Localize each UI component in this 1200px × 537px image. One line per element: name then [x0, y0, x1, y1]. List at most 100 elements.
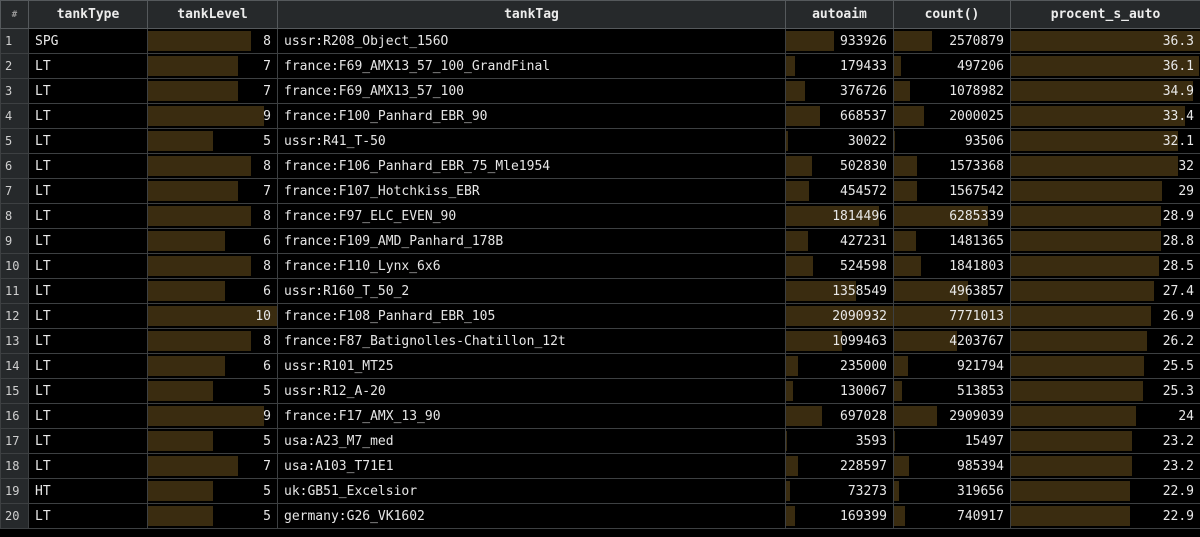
procent-s-auto-cell[interactable]: 28.9 [1010, 203, 1200, 229]
tanktype-cell[interactable]: LT [28, 403, 148, 429]
row-number-cell[interactable]: 17 [0, 428, 29, 454]
tanktype-cell[interactable]: LT [28, 53, 148, 79]
row-number-header[interactable]: # [0, 0, 29, 29]
procent-s-auto-cell[interactable]: 23.2 [1010, 428, 1200, 454]
tanktag-cell[interactable]: france:F110_Lynx_6x6 [277, 253, 786, 279]
procent-s-auto-cell[interactable]: 28.8 [1010, 228, 1200, 254]
table-row[interactable]: 11 LT 6 ussr:R160_T_50_2 1358549 4963857 27.4 [0, 278, 1200, 304]
tanktag-cell[interactable]: ussr:R208_Object_156O [277, 28, 786, 54]
tanktag-cell[interactable]: germany:G26_VK1602 [277, 503, 786, 529]
tanktype-cell[interactable]: LT [28, 178, 148, 204]
column-header-procent-s-auto[interactable]: procent_s_auto [1010, 0, 1200, 29]
row-number-cell[interactable]: 4 [0, 103, 29, 129]
autoaim-cell[interactable]: 169399 [785, 503, 894, 529]
procent-s-auto-cell[interactable]: 36.1 [1010, 53, 1200, 79]
tanktag-cell[interactable]: france:F107_Hotchkiss_EBR [277, 178, 786, 204]
procent-s-auto-cell[interactable]: 25.5 [1010, 353, 1200, 379]
autoaim-cell[interactable]: 30022 [785, 128, 894, 154]
count-cell[interactable]: 740917 [893, 503, 1011, 529]
tanktype-cell[interactable]: LT [28, 503, 148, 529]
tanktype-cell[interactable]: LT [28, 303, 148, 329]
table-row[interactable]: 10 LT 8 france:F110_Lynx_6x6 524598 1841803 28… [0, 253, 1200, 279]
tanklevel-cell[interactable]: 9 [147, 103, 278, 129]
row-number-cell[interactable]: 15 [0, 378, 29, 404]
row-number-cell[interactable]: 6 [0, 153, 29, 179]
table-row[interactable]: 19 HT 5 uk:GB51_Excelsior 73273 319656 22.9 [0, 478, 1200, 504]
procent-s-auto-cell[interactable]: 34.9 [1010, 78, 1200, 104]
tanktype-cell[interactable]: LT [28, 253, 148, 279]
autoaim-cell[interactable]: 1099463 [785, 328, 894, 354]
procent-s-auto-cell[interactable]: 33.4 [1010, 103, 1200, 129]
tanktag-cell[interactable]: france:F100_Panhard_EBR_90 [277, 103, 786, 129]
autoaim-cell[interactable]: 130067 [785, 378, 894, 404]
procent-s-auto-cell[interactable]: 24 [1010, 403, 1200, 429]
procent-s-auto-cell[interactable]: 32 [1010, 153, 1200, 179]
procent-s-auto-cell[interactable]: 28.5 [1010, 253, 1200, 279]
table-row[interactable]: 16 LT 9 france:F17_AMX_13_90 697028 2909039 24 [0, 403, 1200, 429]
procent-s-auto-cell[interactable]: 32.1 [1010, 128, 1200, 154]
autoaim-cell[interactable]: 376726 [785, 78, 894, 104]
tanktag-cell[interactable]: france:F87_Batignolles-Chatillon_12t [277, 328, 786, 354]
table-row[interactable]: 7 LT 7 france:F107_Hotchkiss_EBR 454572 15675… [0, 178, 1200, 204]
tanktag-cell[interactable]: usa:A23_M7_med [277, 428, 786, 454]
autoaim-cell[interactable]: 1814496 [785, 203, 894, 229]
count-cell[interactable]: 319656 [893, 478, 1011, 504]
tanktype-cell[interactable]: LT [28, 278, 148, 304]
tanklevel-cell[interactable]: 9 [147, 403, 278, 429]
tanklevel-cell[interactable]: 5 [147, 378, 278, 404]
count-cell[interactable]: 497206 [893, 53, 1011, 79]
tanktype-cell[interactable]: LT [28, 328, 148, 354]
row-number-cell[interactable]: 14 [0, 353, 29, 379]
table-row[interactable]: 17 LT 5 usa:A23_M7_med 3593 15497 23.2 [0, 428, 1200, 454]
table-row[interactable]: 5 LT 5 ussr:R41_T-50 30022 93506 32.1 [0, 128, 1200, 154]
row-number-cell[interactable]: 7 [0, 178, 29, 204]
autoaim-cell[interactable]: 427231 [785, 228, 894, 254]
tanktype-cell[interactable]: LT [28, 453, 148, 479]
tanktag-cell[interactable]: france:F108_Panhard_EBR_105 [277, 303, 786, 329]
row-number-cell[interactable]: 16 [0, 403, 29, 429]
table-row[interactable]: 13 LT 8 france:F87_Batignolles-Chatillon_12… [0, 328, 1200, 354]
autoaim-cell[interactable]: 697028 [785, 403, 894, 429]
column-header-tanktype[interactable]: tankType [28, 0, 148, 29]
tanklevel-cell[interactable]: 5 [147, 478, 278, 504]
tanktype-cell[interactable]: HT [28, 478, 148, 504]
tanktag-cell[interactable]: france:F69_AMX13_57_100 [277, 78, 786, 104]
tanklevel-cell[interactable]: 7 [147, 53, 278, 79]
tanklevel-cell[interactable]: 8 [147, 28, 278, 54]
tanklevel-cell[interactable]: 6 [147, 353, 278, 379]
autoaim-cell[interactable]: 228597 [785, 453, 894, 479]
autoaim-cell[interactable]: 668537 [785, 103, 894, 129]
tanktag-cell[interactable]: france:F17_AMX_13_90 [277, 403, 786, 429]
procent-s-auto-cell[interactable]: 29 [1010, 178, 1200, 204]
count-cell[interactable]: 921794 [893, 353, 1011, 379]
autoaim-cell[interactable]: 3593 [785, 428, 894, 454]
row-number-cell[interactable]: 10 [0, 253, 29, 279]
procent-s-auto-cell[interactable]: 36.3 [1010, 28, 1200, 54]
row-number-cell[interactable]: 3 [0, 78, 29, 104]
tanktype-cell[interactable]: LT [28, 428, 148, 454]
count-cell[interactable]: 15497 [893, 428, 1011, 454]
tanktype-cell[interactable]: LT [28, 378, 148, 404]
row-number-cell[interactable]: 5 [0, 128, 29, 154]
column-header-autoaim[interactable]: autoaim [785, 0, 894, 29]
count-cell[interactable]: 985394 [893, 453, 1011, 479]
autoaim-cell[interactable]: 2090932 [785, 303, 894, 329]
tanktag-cell[interactable]: france:F97_ELC_EVEN_90 [277, 203, 786, 229]
tanktag-cell[interactable]: ussr:R12_A-20 [277, 378, 786, 404]
count-cell[interactable]: 2570879 [893, 28, 1011, 54]
tanklevel-cell[interactable]: 5 [147, 503, 278, 529]
tanktag-cell[interactable]: ussr:R41_T-50 [277, 128, 786, 154]
row-number-cell[interactable]: 12 [0, 303, 29, 329]
procent-s-auto-cell[interactable]: 25.3 [1010, 378, 1200, 404]
table-row[interactable]: 15 LT 5 ussr:R12_A-20 130067 513853 25.3 [0, 378, 1200, 404]
count-cell[interactable]: 7771013 [893, 303, 1011, 329]
tanktype-cell[interactable]: LT [28, 153, 148, 179]
count-cell[interactable]: 1481365 [893, 228, 1011, 254]
procent-s-auto-cell[interactable]: 26.9 [1010, 303, 1200, 329]
count-cell[interactable]: 4203767 [893, 328, 1011, 354]
row-number-cell[interactable]: 18 [0, 453, 29, 479]
column-header-count[interactable]: count() [893, 0, 1011, 29]
tanktag-cell[interactable]: france:F106_Panhard_EBR_75_Mle1954 [277, 153, 786, 179]
tanklevel-cell[interactable]: 5 [147, 428, 278, 454]
tanktag-cell[interactable]: france:F69_AMX13_57_100_GrandFinal [277, 53, 786, 79]
